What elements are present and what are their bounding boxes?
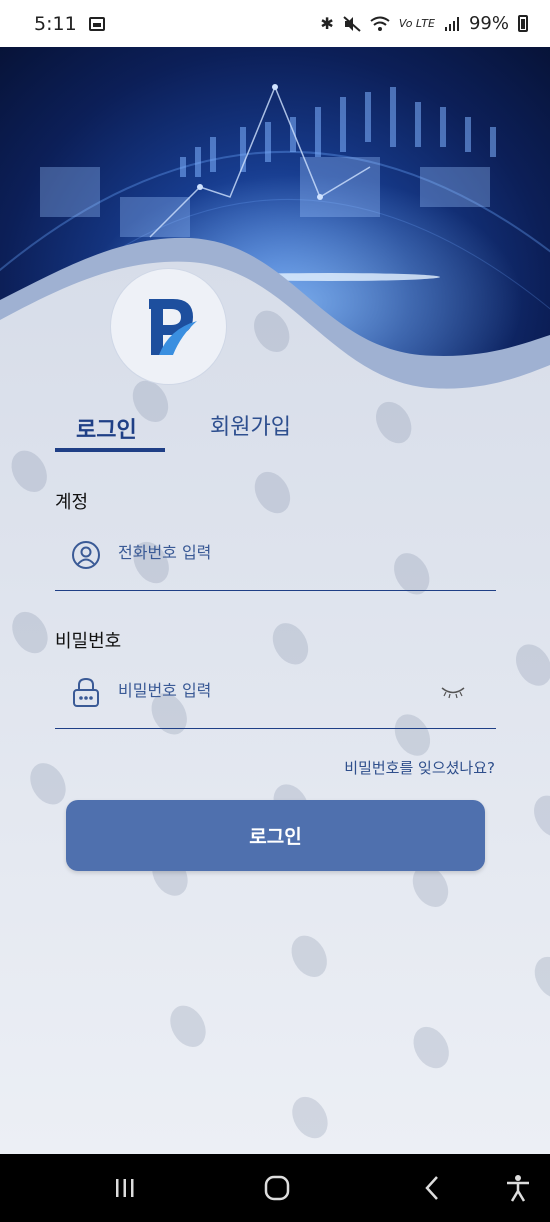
- phone-input[interactable]: [118, 543, 418, 562]
- account-field[interactable]: [55, 535, 496, 575]
- password-input[interactable]: [118, 681, 418, 700]
- account-underline: [55, 590, 496, 591]
- system-nav-bar: [0, 1154, 550, 1222]
- password-underline: [55, 728, 496, 729]
- forgot-password-link[interactable]: 비밀번호를 잊으셨나요?: [344, 757, 495, 778]
- login-panel: 로그인 회원가입 계정 비밀번호 비밀번호를 잊으셨나요? 로그인: [0, 0, 550, 1154]
- login-button[interactable]: 로그인: [66, 800, 485, 871]
- back-icon: [425, 1176, 438, 1200]
- accessibility-icon: [507, 1175, 529, 1202]
- accessibility-button[interactable]: [488, 1154, 548, 1222]
- home-icon: [264, 1175, 290, 1201]
- password-field[interactable]: [55, 673, 496, 713]
- eye-closed-icon[interactable]: [440, 683, 466, 699]
- recent-apps-icon: [116, 1179, 134, 1197]
- account-label: 계정: [55, 492, 89, 513]
- back-button[interactable]: [402, 1154, 462, 1222]
- recent-apps-button[interactable]: [95, 1154, 155, 1222]
- lock-icon: [73, 677, 99, 707]
- tab-signup[interactable]: 회원가입: [210, 409, 291, 441]
- tab-login-indicator: [55, 448, 165, 452]
- panel-background: [0, 237, 550, 1154]
- password-label: 비밀번호: [55, 631, 122, 652]
- home-button[interactable]: [247, 1154, 307, 1222]
- logo-icon: [149, 299, 197, 355]
- app-logo: [110, 268, 227, 385]
- user-icon: [72, 541, 100, 569]
- tab-login[interactable]: 로그인: [76, 412, 137, 444]
